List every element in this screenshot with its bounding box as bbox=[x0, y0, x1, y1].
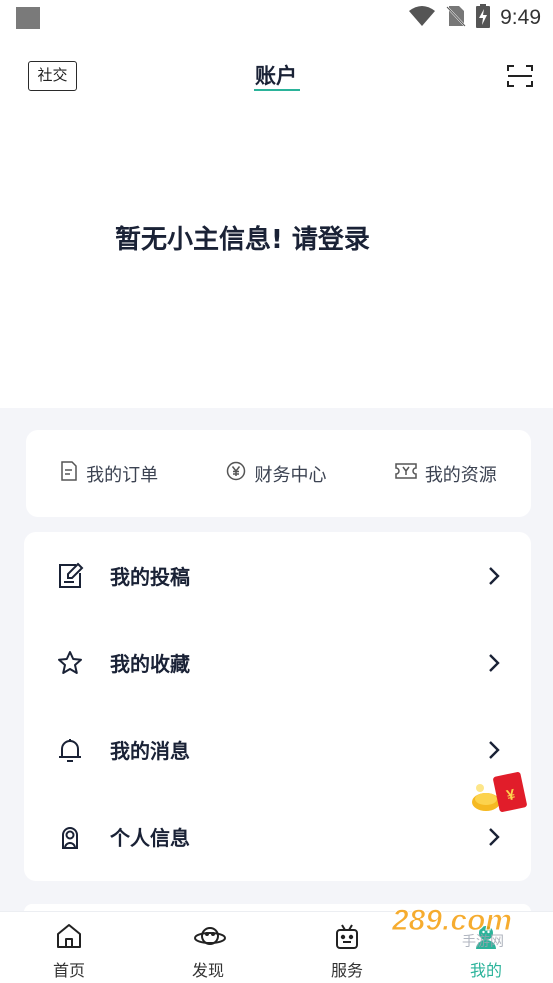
login-prompt[interactable]: 暂无小主信息! 请登录 bbox=[115, 219, 370, 256]
document-icon bbox=[60, 461, 78, 486]
menu-item-messages[interactable]: 我的消息 bbox=[24, 706, 531, 793]
title-underline bbox=[254, 89, 300, 91]
menu-card: 我的投稿 我的收藏 我的消息 个人信息 bbox=[24, 532, 531, 881]
quick-link-orders[interactable]: 我的订单 bbox=[60, 461, 158, 487]
tab-discover[interactable]: 发现 bbox=[148, 912, 268, 983]
status-bar: 9:49 bbox=[0, 0, 553, 36]
quick-link-label: 我的订单 bbox=[86, 464, 159, 486]
chevron-right-icon bbox=[487, 652, 501, 674]
tab-label: 发现 bbox=[191, 961, 224, 980]
menu-item-label: 我的收藏 bbox=[110, 652, 190, 676]
tab-label: 服务 bbox=[330, 961, 363, 980]
chevron-right-icon bbox=[487, 739, 501, 761]
user-icon bbox=[56, 823, 84, 851]
yuan-coin-icon bbox=[226, 461, 246, 486]
bell-icon bbox=[56, 736, 84, 764]
quick-links-card: 我的订单 财务中心 我的资源 bbox=[26, 430, 531, 517]
planet-icon bbox=[194, 922, 226, 950]
home-icon bbox=[55, 922, 83, 950]
menu-item-favorites[interactable]: 我的收藏 bbox=[24, 619, 531, 706]
menu-item-label: 我的投稿 bbox=[110, 565, 190, 589]
quick-link-label: 我的资源 bbox=[424, 464, 497, 486]
ticket-icon bbox=[395, 462, 417, 485]
quick-link-label: 财务中心 bbox=[254, 464, 327, 486]
tab-mine[interactable]: 我的 bbox=[426, 912, 546, 983]
quick-link-resources[interactable]: 我的资源 bbox=[395, 461, 497, 487]
tab-services[interactable]: 服务 bbox=[287, 912, 407, 983]
red-packet-icon[interactable]: ¥ bbox=[466, 768, 532, 816]
menu-item-profile[interactable]: 个人信息 bbox=[24, 793, 531, 880]
bottom-tab-bar: 首页 发现 服务 我的 bbox=[0, 911, 553, 983]
robot-icon bbox=[333, 922, 361, 950]
tab-label: 我的 bbox=[469, 961, 502, 980]
menu-item-label: 我的消息 bbox=[110, 739, 190, 763]
menu-item-submissions[interactable]: 我的投稿 bbox=[24, 532, 531, 619]
scan-icon[interactable] bbox=[506, 63, 534, 89]
account-header: 社交 账户 暂无小主信息! 请登录 bbox=[0, 36, 553, 408]
notification-icon bbox=[16, 7, 40, 29]
quick-link-finance[interactable]: 财务中心 bbox=[226, 461, 326, 487]
tab-label: 首页 bbox=[52, 961, 85, 980]
edit-note-icon bbox=[56, 562, 84, 590]
wifi-icon bbox=[408, 5, 436, 31]
chevron-right-icon bbox=[487, 826, 501, 848]
no-sim-icon bbox=[446, 5, 466, 31]
clock-time: 9:49 bbox=[500, 6, 541, 29]
profile-icon bbox=[472, 922, 500, 950]
chevron-right-icon bbox=[487, 565, 501, 587]
social-button[interactable]: 社交 bbox=[28, 61, 77, 91]
star-icon bbox=[56, 649, 84, 677]
tab-home[interactable]: 首页 bbox=[9, 912, 129, 983]
battery-charging-icon bbox=[476, 4, 491, 32]
page-title: 账户 bbox=[255, 64, 297, 88]
menu-item-label: 个人信息 bbox=[110, 826, 190, 850]
